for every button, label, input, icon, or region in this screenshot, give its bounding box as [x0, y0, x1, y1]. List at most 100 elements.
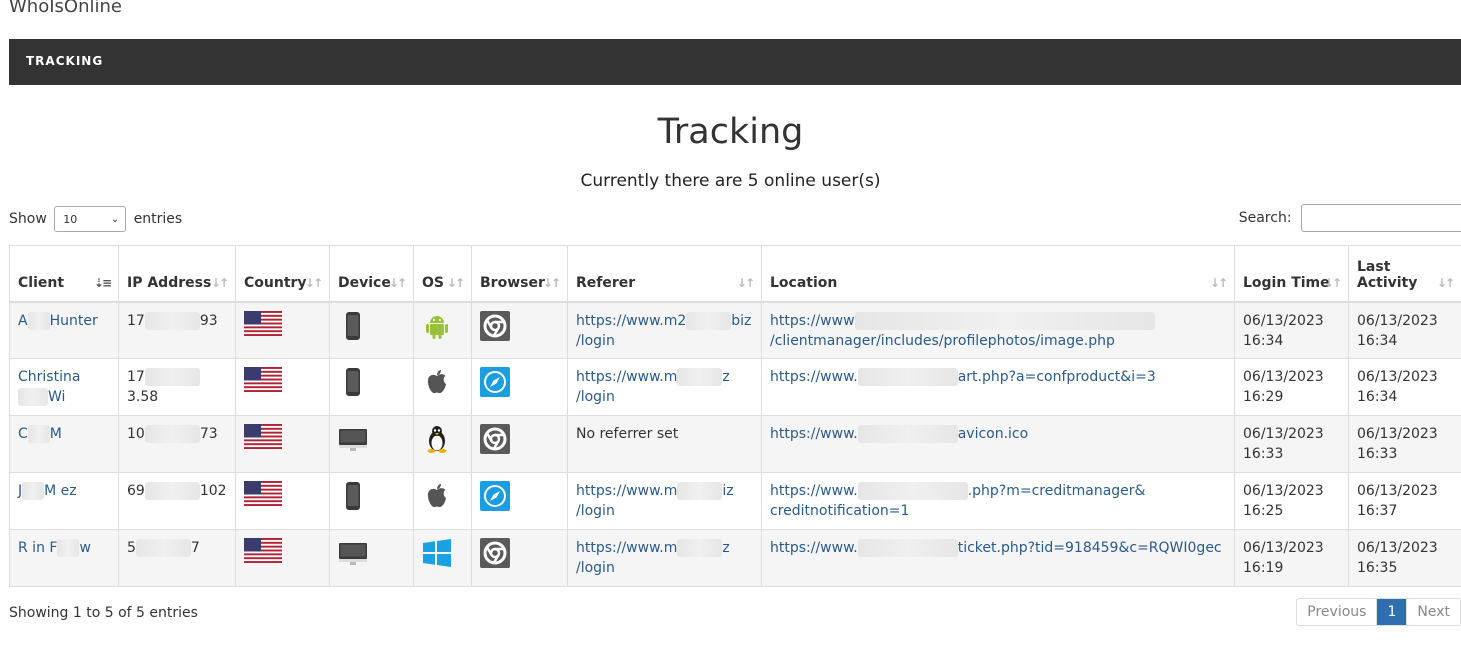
no-referrer-text: No referrer set	[576, 426, 679, 442]
sort-icon: ↓↑	[1436, 275, 1455, 290]
header-label: Device	[338, 274, 391, 291]
column-header-login-time[interactable]: Login Time ↓↑	[1234, 245, 1349, 303]
cell-country	[235, 472, 330, 530]
header-label: OS	[422, 274, 444, 291]
table-header-row: Client ⇣≡ IP Address ↓↑ Country ↓↑ Device ↓↑…	[9, 245, 1461, 303]
column-header-browser[interactable]: Browser ↓↑	[471, 245, 568, 303]
column-header-country[interactable]: Country ↓↑	[235, 245, 330, 303]
entries-select[interactable]: 10 ⌄	[54, 206, 127, 232]
tracking-table: Client ⇣≡ IP Address ↓↑ Country ↓↑ Device ↓↑…	[9, 245, 1461, 587]
referer-link[interactable]: https://www.m2 biz/login	[576, 311, 751, 349]
redacted-blur	[677, 482, 723, 500]
column-header-client[interactable]: Client ⇣≡	[9, 245, 119, 303]
location-link[interactable]: https://www. ticket.php?tid=918459&c=RQWI…	[770, 539, 1222, 557]
desktop-icon	[338, 426, 368, 451]
header-label: Browser	[480, 274, 545, 291]
entries-length-control: Show 10 ⌄ entries	[9, 205, 182, 233]
cell-referer: https://www.m iz/login	[567, 472, 762, 530]
location-link[interactable]: https://www. art.php?a=confproduct&i=3	[770, 368, 1156, 386]
cell-location: https://www/clientmanager/includes/profi…	[761, 301, 1235, 359]
cell-last-activity: 06/13/2023 16:33	[1348, 415, 1461, 473]
cell-login-time: 06/13/2023 16:34	[1234, 301, 1349, 359]
redacted-blur	[677, 539, 723, 557]
android-icon	[422, 313, 452, 339]
chrome-icon	[480, 424, 510, 454]
page-1-button[interactable]: 1	[1376, 599, 1407, 625]
cell-os	[413, 358, 472, 416]
nav-item-tracking[interactable]: TRACKING	[26, 54, 103, 68]
table-row: ChristinaWi 173.58 https://www.m z/login …	[9, 358, 1461, 416]
search-control: Search:	[1239, 204, 1461, 234]
redacted-blur	[135, 539, 191, 557]
table-info: Showing 1 to 5 of 5 entries	[9, 605, 198, 621]
sort-icon: ↓↑	[304, 275, 323, 290]
sort-icon: ↓↑	[542, 275, 561, 290]
referer-link[interactable]: https://www.m iz/login	[576, 482, 734, 519]
linux-icon	[422, 426, 452, 453]
redacted-blur	[857, 368, 958, 386]
location-link[interactable]: https://www. .php?m=creditmanager& creditn…	[770, 482, 1145, 519]
location-link[interactable]: https://www/clientmanager/includes/profi…	[770, 311, 1155, 349]
redacted-blur	[27, 425, 50, 443]
us-flag-icon	[244, 424, 282, 449]
cell-client: R in Fw	[9, 529, 119, 587]
cell-client: A Hunter	[9, 301, 119, 359]
cell-os	[413, 415, 472, 473]
redacted-blur	[144, 311, 200, 330]
header-label: Location	[770, 274, 838, 291]
redacted-blur	[857, 482, 968, 500]
client-link[interactable]: R in Fw	[18, 539, 91, 557]
table-row: A Hunter 17 93 https://www.m2 biz/login htt…	[9, 301, 1461, 359]
safari-icon	[480, 481, 510, 511]
cell-country	[235, 301, 330, 359]
cell-referer: https://www.m z/login	[567, 358, 762, 416]
client-link[interactable]: CM	[18, 425, 62, 443]
cell-os	[413, 301, 472, 359]
sort-icon: ↓↑	[210, 275, 229, 290]
column-header-referer[interactable]: Referer ↓↑	[567, 245, 762, 303]
cell-location: https://www. avicon.ico	[761, 415, 1235, 473]
cell-client: CM	[9, 415, 119, 473]
sort-icon: ↓↑	[1323, 275, 1342, 290]
sort-icon: ↓↑	[446, 275, 465, 290]
cell-last-activity: 06/13/2023 16:37	[1348, 472, 1461, 530]
cell-device	[329, 472, 414, 530]
client-link[interactable]: A Hunter	[18, 311, 98, 330]
redacted-blur	[27, 311, 50, 330]
cell-ip-address: 10 73	[118, 415, 236, 473]
referer-link[interactable]: https://www.m z/login	[576, 368, 730, 405]
client-link[interactable]: ChristinaWi	[18, 369, 80, 406]
referer-link[interactable]: https://www.m z/login	[576, 539, 730, 576]
column-header-last-activity[interactable]: Last Activity ↓↑	[1348, 245, 1461, 303]
us-flag-icon	[244, 481, 282, 506]
windows-icon	[422, 539, 452, 567]
column-header-os[interactable]: OS ↓↑	[413, 245, 472, 303]
redacted-blur	[857, 539, 958, 557]
show-label: Show	[9, 211, 47, 227]
cell-login-time: 06/13/2023 16:25	[1234, 472, 1349, 530]
cell-ip-address: 69 102	[118, 472, 236, 530]
previous-button[interactable]: Previous	[1297, 599, 1376, 625]
redacted-blur	[22, 482, 45, 500]
cell-browser	[471, 358, 568, 416]
redacted-blur	[144, 425, 200, 443]
redacted-blur	[857, 425, 958, 443]
next-button[interactable]: Next	[1406, 599, 1460, 625]
sort-icon: ↓↑	[1209, 275, 1228, 290]
cell-referer: No referrer set	[567, 415, 762, 473]
cell-device	[329, 529, 414, 587]
cell-login-time: 06/13/2023 16:29	[1234, 358, 1349, 416]
column-header-location[interactable]: Location ↓↑	[761, 245, 1235, 303]
column-header-device[interactable]: Device ↓↑	[329, 245, 414, 303]
search-input[interactable]	[1301, 204, 1461, 232]
header-label: Country	[244, 274, 307, 291]
column-header-ip-address[interactable]: IP Address ↓↑	[118, 245, 236, 303]
tablet-icon	[338, 482, 368, 510]
client-link[interactable]: JM ez	[18, 482, 77, 500]
location-link[interactable]: https://www. avicon.ico	[770, 425, 1028, 443]
cell-device	[329, 301, 414, 359]
cell-ip-address: 17 93	[118, 301, 236, 359]
cell-login-time: 06/13/2023 16:19	[1234, 529, 1349, 587]
chrome-icon	[480, 538, 510, 568]
cell-os	[413, 529, 472, 587]
